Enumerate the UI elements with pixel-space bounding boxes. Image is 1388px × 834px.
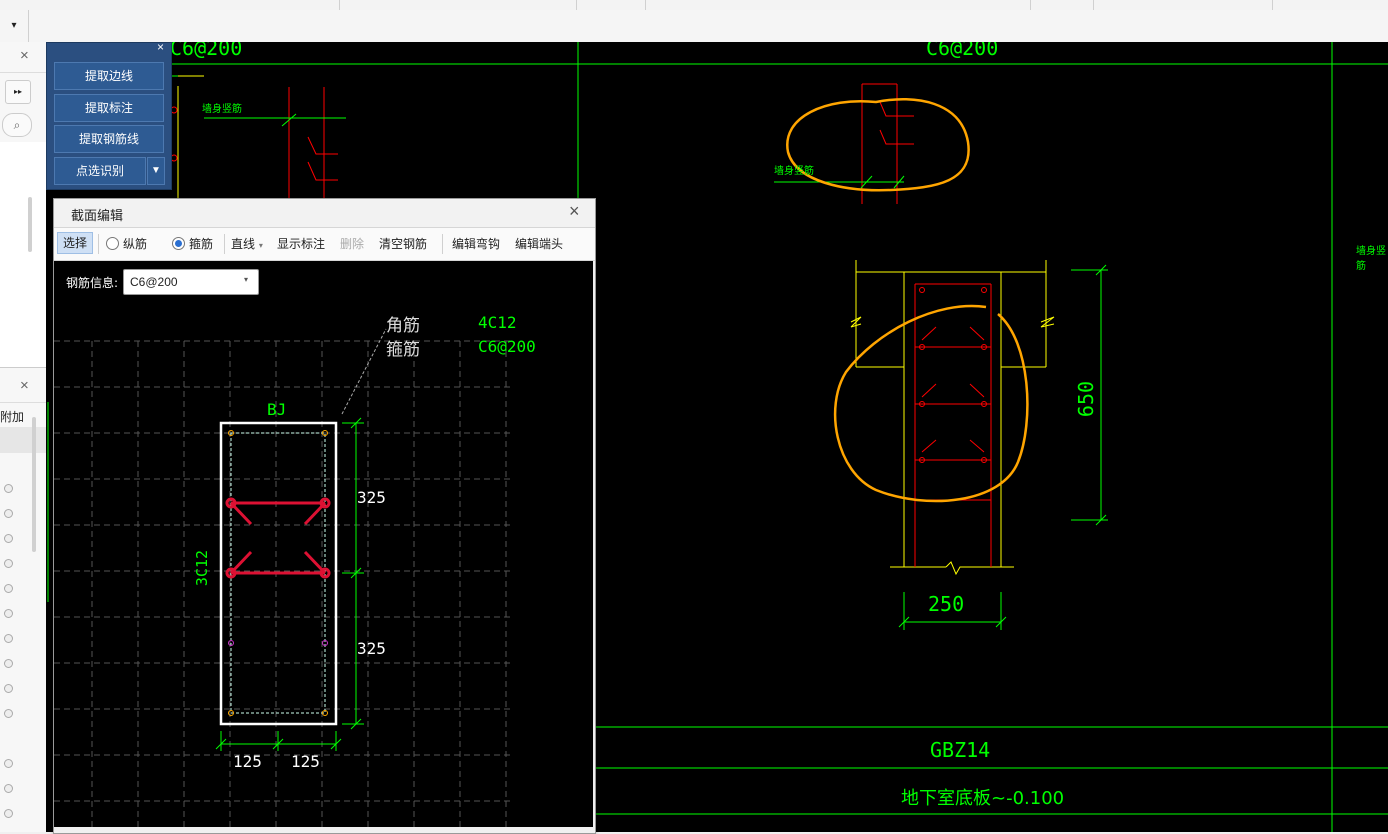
chevron-down-icon: ▾ bbox=[11, 20, 17, 31]
left-side-panel: × ▸▸ ⌕ × 附加 bbox=[0, 42, 47, 832]
dialog-titlebar[interactable]: 截面编辑 × bbox=[54, 199, 595, 228]
corner-bar-label: 角筋 bbox=[386, 316, 420, 336]
edit-end-button[interactable]: 编辑端头 bbox=[515, 235, 563, 252]
section-id-label: GBZ14 bbox=[930, 738, 991, 762]
radio-option[interactable] bbox=[4, 659, 13, 668]
expand-button[interactable]: ▸▸ bbox=[5, 80, 31, 104]
stirrup-group[interactable] bbox=[225, 497, 331, 579]
top-menu-cell[interactable] bbox=[577, 0, 646, 10]
chevron-down-icon[interactable]: ▼ bbox=[147, 157, 165, 185]
longitudinal-radio[interactable]: 纵筋 bbox=[106, 235, 147, 252]
leader-line bbox=[341, 328, 387, 415]
dialog-toolbar: 选择 纵筋 箍筋 直线 ▾ 显示标注 删除 清空钢筋 编辑弯钩 编辑端头 bbox=[54, 228, 595, 261]
line-dropdown[interactable]: 直线 ▾ bbox=[231, 235, 263, 252]
chevron-down-icon: ▾ bbox=[244, 275, 249, 284]
extract-edges-button[interactable]: 提取边线 bbox=[54, 62, 164, 90]
rebar-info-label: 钢筋信息: bbox=[66, 276, 119, 290]
close-icon[interactable]: × bbox=[20, 377, 29, 394]
dimension-top: 325 bbox=[357, 488, 386, 507]
clear-rebar-button[interactable]: 清空钢筋 bbox=[379, 235, 427, 252]
rebar-info-bar: 钢筋信息: C6@200 ▾ bbox=[54, 261, 593, 299]
dimension-height: 650 bbox=[1074, 380, 1099, 418]
chevron-down-icon: ▾ bbox=[258, 241, 263, 250]
top-menu-cell[interactable] bbox=[1094, 0, 1273, 10]
corner-bar-value: 4C12 bbox=[478, 313, 517, 332]
drawing-label: C6@200 bbox=[170, 42, 243, 60]
dimension-width: 250 bbox=[928, 592, 965, 616]
section-name: BJ bbox=[267, 400, 287, 419]
radio-option[interactable] bbox=[4, 759, 13, 768]
toolbar-dropdown-button[interactable]: ▾ bbox=[0, 10, 29, 42]
search-icon: ⌕ bbox=[13, 118, 21, 132]
radio-option[interactable] bbox=[4, 809, 13, 818]
radio-option[interactable] bbox=[4, 684, 13, 693]
radio-option[interactable] bbox=[4, 484, 13, 493]
radio-option[interactable] bbox=[4, 634, 13, 643]
show-dims-button[interactable]: 显示标注 bbox=[277, 235, 325, 252]
radio-option[interactable] bbox=[4, 534, 13, 543]
close-icon[interactable]: × bbox=[20, 47, 29, 64]
radio-option[interactable] bbox=[4, 784, 13, 793]
edit-hook-button[interactable]: 编辑弯钩 bbox=[452, 235, 500, 252]
radio-option[interactable] bbox=[4, 559, 13, 568]
top-menu-cell[interactable] bbox=[646, 0, 1031, 10]
recognition-toolbox: × 提取边线 提取标注 提取钢筋线 点选识别 ▼ bbox=[46, 40, 172, 190]
drawing-label: 墙身竖筋 bbox=[1356, 246, 1386, 272]
attach-tab[interactable]: 附加 bbox=[0, 408, 24, 425]
section-edit-dialog: 截面编辑 × 选择 纵筋 箍筋 直线 ▾ 显示标注 删除 清空钢筋 编辑弯钩 编… bbox=[53, 198, 596, 834]
radio-option[interactable] bbox=[4, 609, 13, 618]
search-button[interactable]: ⌕ bbox=[2, 113, 32, 137]
column-section-drawing bbox=[850, 260, 1108, 630]
drawing-label: 墙身竖筋 bbox=[774, 166, 814, 177]
radio-option[interactable] bbox=[4, 509, 13, 518]
radio-selected-icon bbox=[172, 237, 185, 250]
double-chevron-right-icon: ▸▸ bbox=[13, 87, 23, 96]
dialog-title: 截面编辑 bbox=[71, 209, 124, 224]
close-icon[interactable]: × bbox=[157, 40, 164, 54]
side-bars-label: 3C12 bbox=[193, 549, 212, 587]
stirrup-value: C6@200 bbox=[478, 337, 536, 356]
secondary-toolbar: ▾ bbox=[0, 10, 1388, 43]
drawing-label: 墙身竖筋 bbox=[202, 104, 242, 115]
extract-dims-button[interactable]: 提取标注 bbox=[54, 94, 164, 122]
dimension-width-left: 125 bbox=[233, 752, 262, 771]
elevation-label: 地下室底板~-0.100 bbox=[901, 788, 1065, 809]
point-select-recognize-button[interactable]: 点选识别 bbox=[54, 157, 146, 185]
rebar-info-select[interactable]: C6@200 ▾ bbox=[123, 269, 259, 295]
stirrup-radio[interactable]: 箍筋 bbox=[172, 235, 213, 252]
top-menu-cell[interactable] bbox=[62, 0, 340, 10]
radio-option[interactable] bbox=[4, 584, 13, 593]
drawing-label: C6@200 bbox=[926, 42, 999, 60]
radio-icon bbox=[106, 237, 119, 250]
close-icon[interactable]: × bbox=[569, 201, 580, 222]
dimension-width-right: 125 bbox=[291, 752, 320, 771]
top-menu-cell[interactable] bbox=[1031, 0, 1094, 10]
select-tool-button[interactable]: 选择 bbox=[57, 232, 93, 254]
stirrup-label: 箍筋 bbox=[386, 340, 420, 360]
scrollbar[interactable] bbox=[28, 197, 32, 252]
dimension-lines bbox=[215, 417, 364, 751]
radio-option[interactable] bbox=[4, 709, 13, 718]
dimension-bottom: 325 bbox=[357, 639, 386, 658]
top-menu-cell[interactable] bbox=[340, 0, 577, 10]
extract-rebar-lines-button[interactable]: 提取钢筋线 bbox=[54, 125, 164, 153]
section-edit-canvas[interactable]: 角筋 箍筋 4C12 C6@200 BJ 3C12 325 325 125 12… bbox=[54, 299, 593, 827]
delete-button[interactable]: 删除 bbox=[340, 235, 364, 252]
scrollbar[interactable] bbox=[32, 417, 36, 552]
